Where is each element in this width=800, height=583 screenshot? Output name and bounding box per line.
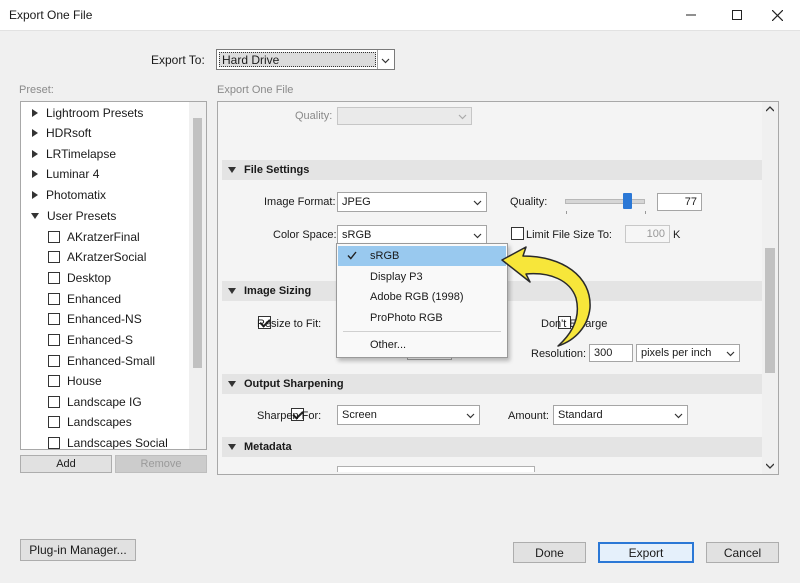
- preset-item[interactable]: Enhanced-Small: [21, 351, 155, 371]
- done-button[interactable]: Done: [513, 542, 586, 563]
- chevron-down-icon: [473, 200, 482, 206]
- remove-preset-button[interactable]: Remove: [115, 455, 207, 473]
- resize-to-fit-label: Resize to Fit:: [257, 318, 322, 330]
- preset-group-photomatix[interactable]: Photomatix: [21, 185, 106, 205]
- menu-separator: [343, 331, 501, 332]
- chevron-down-icon: [381, 58, 390, 63]
- cancel-button[interactable]: Cancel: [706, 542, 779, 563]
- expand-triangle-icon: [32, 150, 38, 158]
- limit-file-size-checkbox[interactable]: [511, 227, 524, 240]
- preset-item[interactable]: Enhanced-NS: [21, 309, 142, 329]
- plugin-manager-button[interactable]: Plug-in Manager...: [20, 539, 136, 561]
- quality-label: Quality:: [510, 196, 548, 208]
- quality-slider-thumb[interactable]: [622, 193, 632, 209]
- preset-checkbox: [48, 313, 60, 325]
- expand-triangle-icon: [32, 191, 38, 199]
- sharpen-for-select[interactable]: Screen: [337, 405, 480, 425]
- preset-item[interactable]: Enhanced-S: [21, 330, 133, 350]
- preset-item[interactable]: Enhanced: [21, 289, 121, 309]
- color-space-select[interactable]: sRGB: [337, 225, 487, 245]
- collapse-triangle-icon: [228, 444, 236, 450]
- preset-item[interactable]: Landscapes: [21, 412, 132, 432]
- preset-scrollbar[interactable]: [189, 102, 206, 449]
- limit-file-size-input[interactable]: 100: [625, 225, 670, 243]
- chevron-down-icon: [674, 413, 683, 419]
- collapse-triangle-icon: [228, 381, 236, 387]
- scroll-down-icon: [766, 463, 774, 469]
- scroll-up-icon: [766, 106, 774, 112]
- collapse-triangle-icon: [228, 167, 236, 173]
- preset-group-hdrsoft[interactable]: HDRsoft: [21, 123, 91, 143]
- preset-item[interactable]: Landscapes Social: [21, 433, 168, 449]
- top-quality-select: [337, 107, 472, 125]
- preset-item[interactable]: Landscape IG: [21, 392, 142, 412]
- quality-slider-ticks: [566, 211, 646, 214]
- title-bar: Export One File: [0, 0, 800, 30]
- preset-item[interactable]: Desktop: [21, 268, 111, 288]
- window-title: Export One File: [9, 8, 93, 22]
- preset-checkbox: [48, 251, 60, 263]
- preset-item[interactable]: House: [21, 371, 102, 391]
- preset-group-lightroom[interactable]: Lightroom Presets: [21, 103, 143, 123]
- amount-select[interactable]: Standard: [553, 405, 688, 425]
- collapse-triangle-icon: [31, 213, 39, 219]
- preset-item[interactable]: AKratzerFinal: [21, 227, 140, 247]
- scrollbar-thumb[interactable]: [193, 118, 202, 368]
- checkmark-icon: [347, 251, 357, 260]
- maximize-icon: [732, 10, 742, 20]
- image-format-label: Image Format:: [264, 196, 336, 208]
- preset-item[interactable]: AKratzerSocial: [21, 247, 146, 267]
- expand-triangle-icon: [32, 170, 38, 178]
- chevron-down-icon: [473, 233, 482, 239]
- collapse-triangle-icon: [228, 288, 236, 294]
- limit-unit: K: [673, 229, 681, 241]
- resolution-unit-select[interactable]: pixels per inch: [636, 344, 740, 362]
- output-sharpening-header[interactable]: Output Sharpening: [222, 374, 763, 394]
- amount-label: Amount:: [508, 410, 549, 422]
- expand-triangle-icon: [32, 129, 38, 137]
- chevron-down-icon: [726, 351, 735, 357]
- preset-group-lrtimelapse[interactable]: LRTimelapse: [21, 144, 116, 164]
- preset-checkbox: [48, 437, 60, 449]
- export-to-select[interactable]: Hard Drive: [216, 49, 395, 70]
- preset-checkbox: [48, 231, 60, 243]
- chevron-down-icon: [466, 413, 475, 419]
- preset-group-user-presets[interactable]: User Presets: [21, 206, 116, 226]
- metadata-select-partial[interactable]: [337, 466, 535, 472]
- preset-checkbox: [48, 416, 60, 428]
- preset-checkbox: [48, 293, 60, 305]
- file-settings-header[interactable]: File Settings: [222, 160, 763, 180]
- preset-checkbox: [48, 272, 60, 284]
- preset-checkbox: [48, 396, 60, 408]
- expand-triangle-icon: [32, 109, 38, 117]
- top-quality-label: Quality:: [295, 110, 333, 122]
- callout-arrow-icon: [501, 246, 591, 347]
- panel-header: Export One File: [217, 84, 294, 96]
- preset-header: Preset:: [19, 84, 54, 96]
- export-button[interactable]: Export: [598, 542, 694, 563]
- quality-input[interactable]: 77: [657, 193, 702, 211]
- preset-group-luminar[interactable]: Luminar 4: [21, 164, 99, 184]
- sharpen-for-label: Sharpen For:: [257, 410, 322, 422]
- quality-slider-track[interactable]: [565, 199, 645, 204]
- scrollbar-thumb[interactable]: [765, 248, 775, 373]
- panel-scrollbar[interactable]: [762, 102, 778, 474]
- add-preset-button[interactable]: Add: [20, 455, 112, 473]
- chevron-down-icon: [458, 114, 467, 120]
- minimize-icon: [686, 14, 696, 16]
- preset-checkbox: [48, 355, 60, 367]
- preset-checkbox: [48, 375, 60, 387]
- preset-tree[interactable]: Lightroom Presets HDRsoft LRTimelapse Lu…: [20, 101, 207, 450]
- preset-checkbox: [48, 334, 60, 346]
- metadata-header[interactable]: Metadata: [222, 437, 763, 457]
- export-to-value: Hard Drive: [222, 52, 280, 67]
- close-button[interactable]: [754, 0, 800, 30]
- image-format-select[interactable]: JPEG: [337, 192, 487, 212]
- close-icon: [771, 9, 783, 21]
- limit-file-size-label: Limit File Size To:: [526, 229, 612, 241]
- export-to-label: Export To:: [151, 53, 205, 67]
- minimize-button[interactable]: [668, 0, 714, 30]
- color-space-label: Color Space:: [273, 229, 337, 241]
